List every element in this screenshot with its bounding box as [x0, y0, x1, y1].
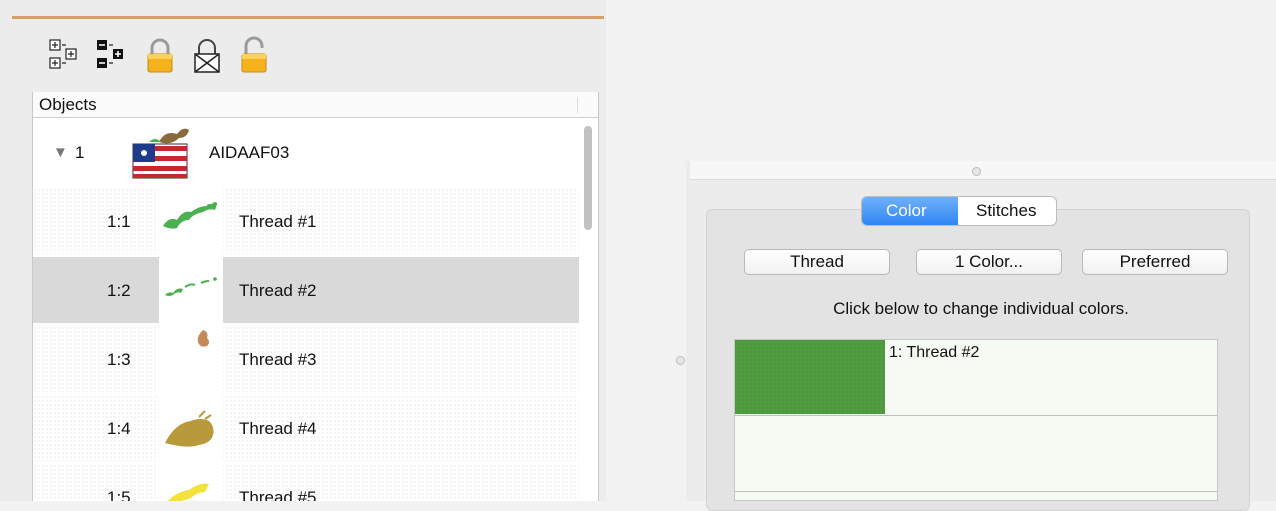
color-label: 1: Thread #2	[889, 344, 980, 361]
divider	[12, 16, 604, 19]
expand-all-icon	[49, 39, 77, 69]
row-number: 1:1	[107, 212, 131, 231]
color-list: 1: Thread #2	[734, 339, 1218, 501]
objects-header-label: Objects	[39, 95, 97, 114]
objects-toolbar	[44, 34, 276, 80]
row-name: Thread #4	[239, 419, 317, 438]
objects-list: Objects ▼ 1 AIDAAF03 1:1 Thread #1 1:2 T…	[32, 92, 599, 501]
color-swatch[interactable]	[735, 340, 885, 414]
one-color-button[interactable]: 1 Color...	[916, 249, 1062, 275]
row-name: Thread #5	[239, 488, 317, 501]
thread-2-thumbnail-icon	[165, 277, 217, 296]
tab-color[interactable]: Color	[862, 197, 958, 225]
row-number: 1:5	[107, 488, 131, 501]
objects-pane: Objects ▼ 1 AIDAAF03 1:1 Thread #1 1:2 T…	[0, 0, 606, 501]
tab-control: Color Stitches	[862, 197, 1057, 225]
thread-3-thumbnail-icon	[197, 330, 209, 347]
object-row-4[interactable]: 1:4 Thread #4	[33, 395, 579, 461]
row-number: 1:2	[107, 281, 131, 300]
thread-thumbnail	[159, 395, 223, 461]
side-resize-handle[interactable]	[676, 356, 685, 365]
tree-group-row[interactable]: ▼ 1 AIDAAF03	[33, 122, 579, 188]
color-item[interactable]: 1: Thread #2	[735, 340, 1217, 416]
thread-thumbnail	[159, 326, 223, 392]
row-name: Thread #1	[239, 212, 317, 231]
instructions-text: Click below to change individual colors.	[833, 299, 1129, 318]
header-separator	[577, 97, 578, 113]
row-name: Thread #2	[239, 281, 317, 300]
object-row-5[interactable]: 1:5 Thread #5	[33, 464, 579, 501]
splitter-bar[interactable]	[690, 161, 1276, 180]
preferred-button[interactable]: Preferred	[1082, 249, 1228, 275]
thread-thumbnail	[159, 188, 223, 254]
lock-button[interactable]	[138, 34, 182, 80]
color-item-empty	[735, 416, 1217, 492]
object-row-2[interactable]: 1:2 Thread #2	[33, 257, 579, 323]
tab-stitches[interactable]: Stitches	[958, 197, 1056, 225]
splitter-handle[interactable]	[972, 167, 981, 176]
group-name: AIDAAF03	[209, 143, 290, 162]
row-number: 1:4	[107, 419, 131, 438]
thread-button[interactable]: Thread	[744, 249, 890, 275]
group-number: 1	[75, 143, 85, 162]
row-number: 1:3	[107, 350, 131, 369]
thread-4-thumbnail-icon	[165, 410, 214, 447]
thread-thumbnail	[159, 257, 223, 323]
thread-5-thumbnail-icon	[167, 483, 209, 501]
object-row-3[interactable]: 1:3 Thread #3	[33, 326, 579, 392]
group-thumbnail-icon	[132, 128, 189, 179]
thread-1-thumbnail-icon	[163, 202, 217, 229]
lock-all-icon	[194, 39, 220, 73]
disclosure-triangle-icon[interactable]: ▼	[53, 144, 68, 161]
objects-header: Objects	[33, 92, 598, 118]
lock-all-button[interactable]	[185, 34, 229, 80]
unlock-icon	[241, 36, 267, 73]
expand-all-button[interactable]	[44, 34, 88, 80]
scrollbar-thumb[interactable]	[584, 126, 592, 230]
color-pane: Color Stitches Thread 1 Color... Preferr…	[676, 161, 1276, 511]
object-row-1[interactable]: 1:1 Thread #1	[33, 188, 579, 254]
lock-icon	[147, 38, 173, 73]
thread-thumbnail	[159, 464, 223, 501]
collapse-all-button[interactable]	[91, 34, 135, 80]
unlock-button[interactable]	[232, 34, 276, 80]
collapse-all-icon	[97, 40, 123, 68]
row-name: Thread #3	[239, 350, 317, 369]
